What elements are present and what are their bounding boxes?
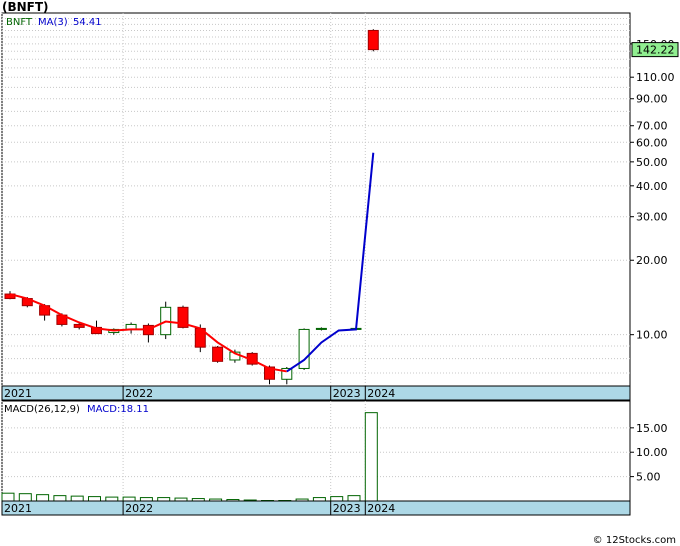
macd-bar: [122, 496, 136, 502]
legend-ma-label: MA(3): [38, 17, 68, 28]
macd-bar: [157, 497, 171, 502]
macd-bar: [70, 495, 84, 502]
price-x-axis-band: [1, 385, 631, 401]
copyright-footer: © 12Stocks.com: [592, 535, 676, 546]
price-tick-label: 70.00: [636, 120, 668, 133]
macd-bar: [36, 494, 50, 502]
macd-legend-value: MACD:18.11: [87, 404, 149, 415]
macd-x-axis-band: [1, 500, 631, 516]
macd-bar: [139, 497, 153, 502]
legend-symbol: BNFT: [6, 17, 33, 28]
price-tick-label: 50.00: [636, 156, 668, 169]
legend-ma-value: 54.41: [73, 17, 102, 28]
macd-tick-label: 5.00: [636, 471, 661, 484]
price-tick-label: 20.00: [636, 254, 668, 267]
macd-x-label: 2021: [4, 502, 32, 515]
macd-panel: 15.00 10.00 5.00 MACD(26,12,9) MACD:18.11 202…: [1, 400, 668, 516]
macd-bar: [88, 496, 101, 502]
macd-tick-label: 15.00: [636, 422, 668, 435]
macd-x-label: 2022: [125, 502, 153, 515]
chart-canvas: 150.00110.0090.0070.0060.0050.0040.0030.…: [1, 12, 679, 516]
macd-bar: [364, 412, 378, 502]
price-x-label: 2022: [125, 387, 153, 400]
macd-bar: [18, 493, 32, 502]
price-panel: 150.00110.0090.0070.0060.0050.0040.0030.…: [1, 12, 679, 401]
candle-body: [367, 29, 379, 51]
macd-bar: [330, 496, 344, 502]
macd-bar: [347, 495, 361, 502]
macd-legend-name: MACD(26,12,9): [4, 404, 80, 415]
price-x-label: 2021: [4, 387, 32, 400]
price-tick-label: 10.00: [636, 329, 668, 342]
price-tick-label: 30.00: [636, 211, 668, 224]
macd-bar: [53, 495, 67, 502]
macd-tick-label: 10.00: [636, 446, 668, 459]
macd-bar: [1, 492, 15, 502]
price-tick-label: 110.00: [636, 71, 675, 84]
candle-body: [73, 323, 85, 328]
last-price-label: 142.22: [636, 44, 675, 57]
price-tick-label: 60.00: [636, 136, 668, 149]
candle-body: [315, 327, 327, 330]
macd-bar: [105, 496, 119, 502]
price-x-label: 2023: [333, 387, 361, 400]
price-tick-label: 90.00: [636, 93, 668, 106]
price-x-label: 2024: [367, 387, 395, 400]
macd-bar: [312, 497, 326, 502]
macd-x-label: 2024: [367, 502, 395, 515]
macd-x-label: 2023: [333, 502, 361, 515]
candle-body: [212, 346, 224, 362]
price-tick-label: 40.00: [636, 180, 668, 193]
